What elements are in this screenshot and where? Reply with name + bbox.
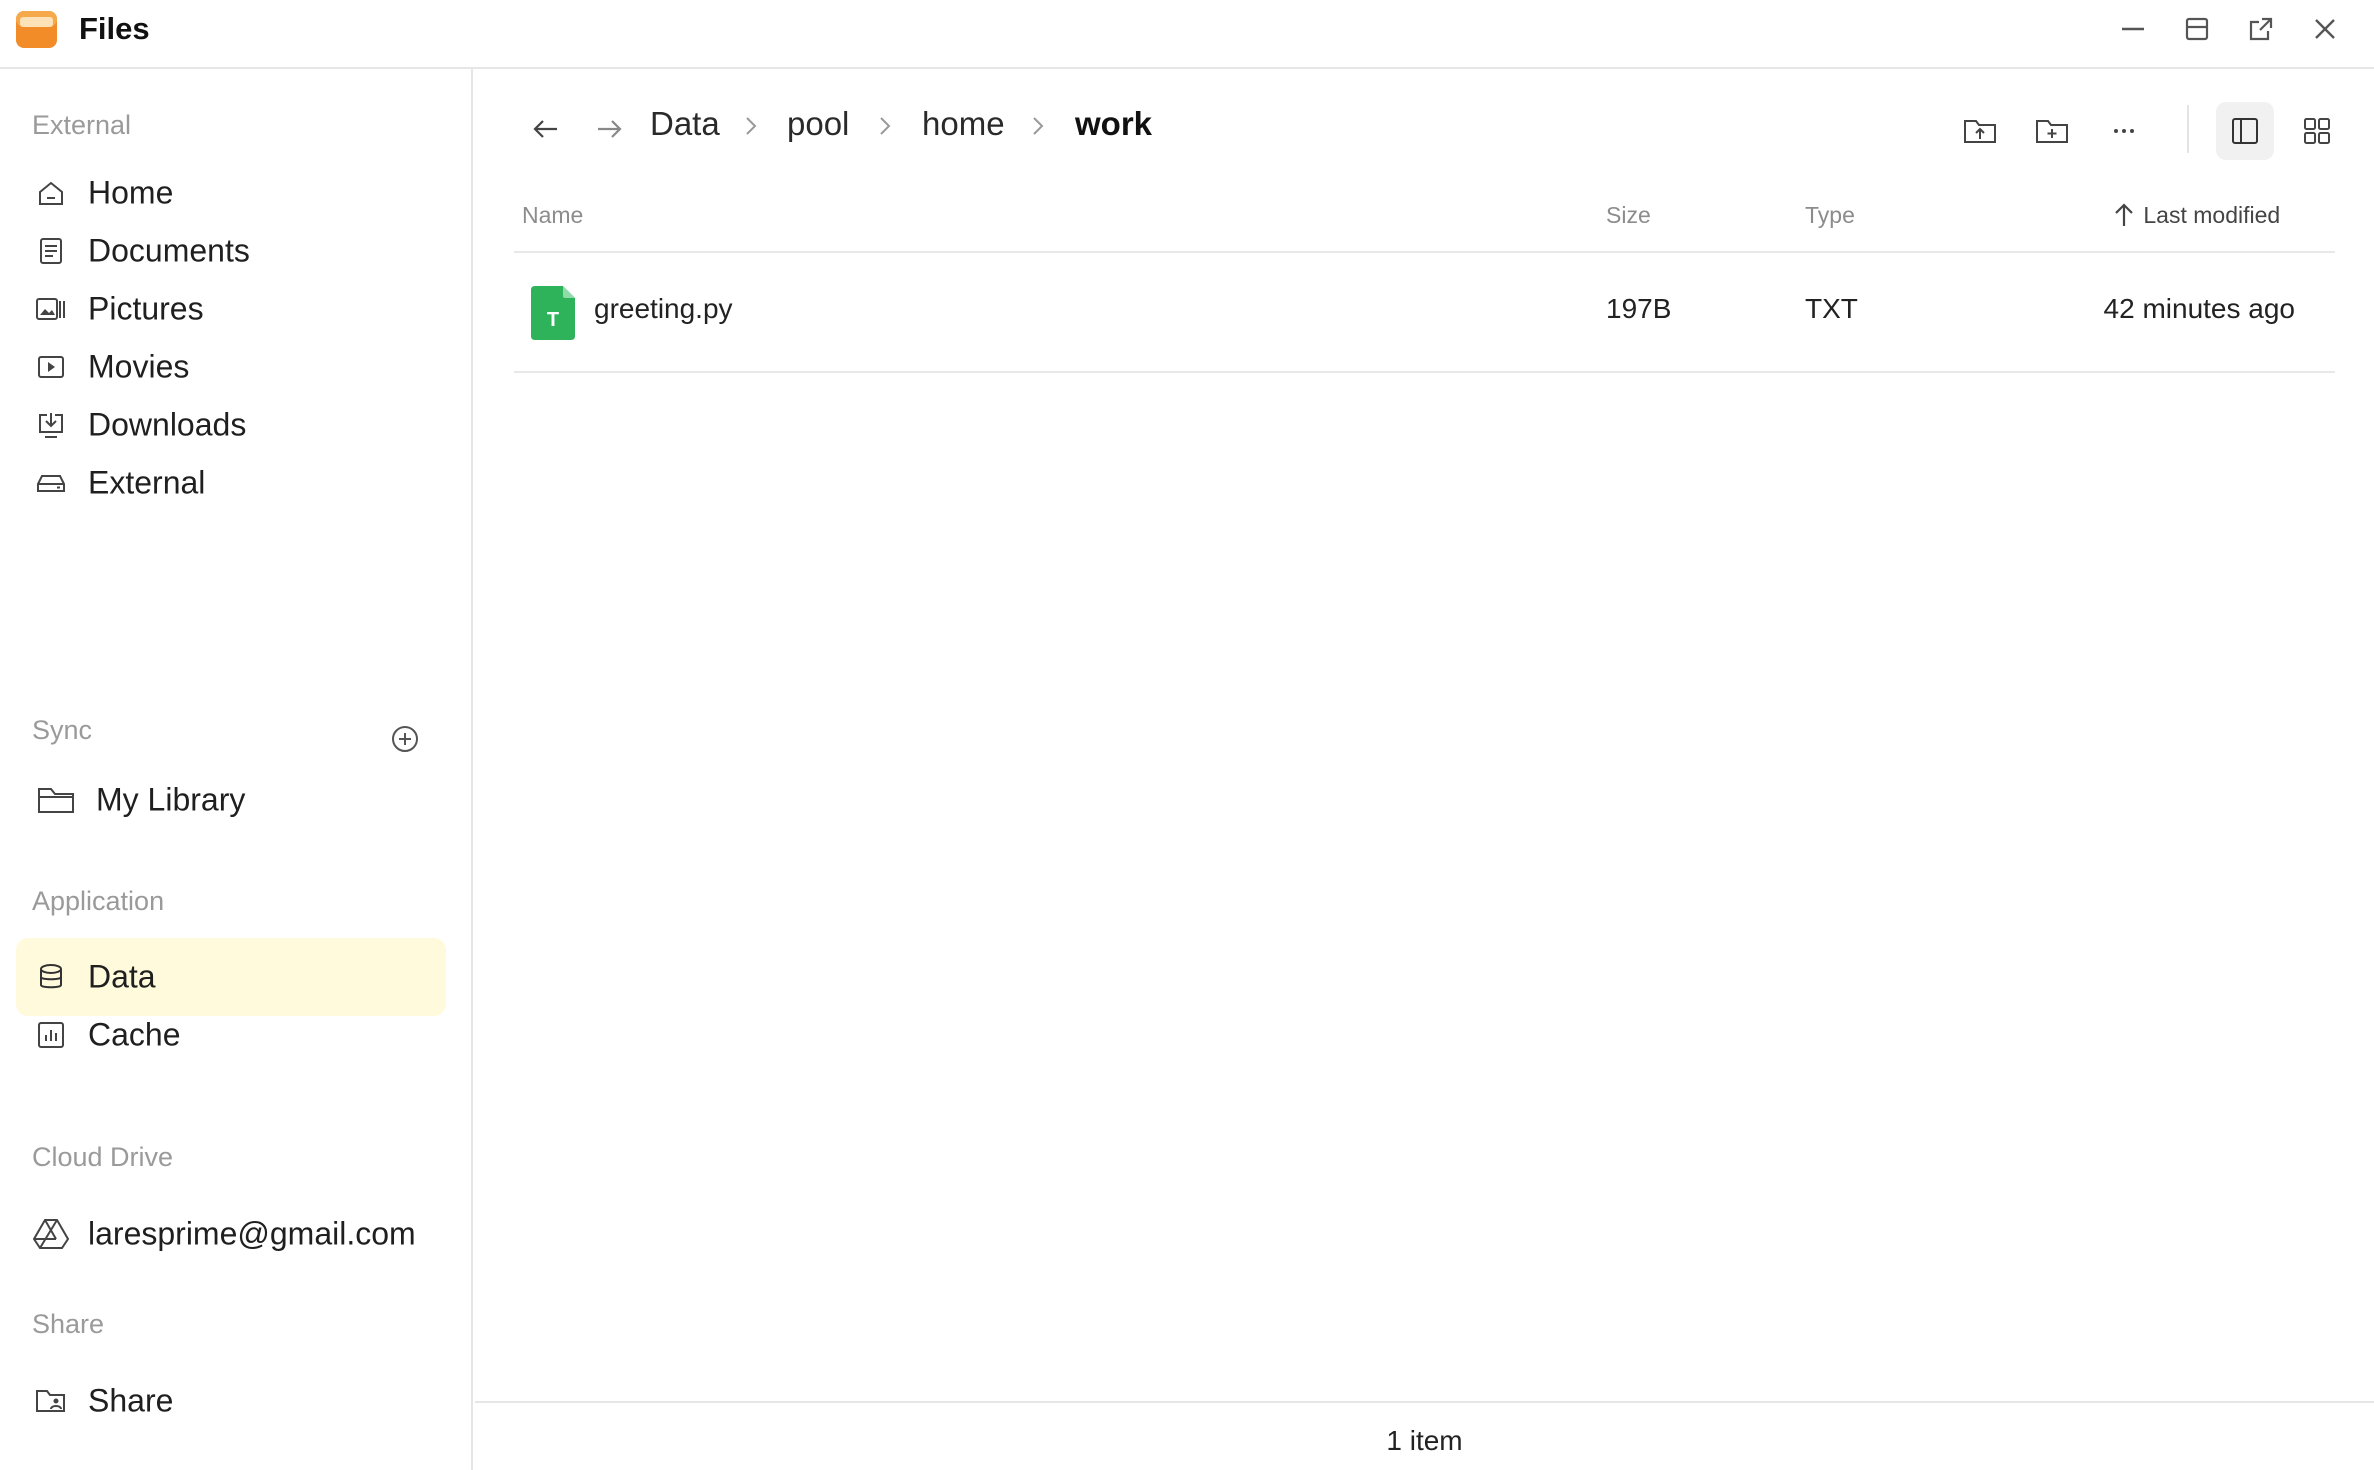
folder-upload-icon: [1964, 120, 1996, 143]
section-label-external: External: [32, 110, 132, 140]
breadcrumb-item-home[interactable]: home: [922, 105, 1005, 143]
sidebar-item-label: Downloads: [88, 406, 247, 443]
document-icon: [34, 234, 68, 268]
status-bar: 1 item: [475, 1401, 2374, 1470]
movie-icon: [34, 350, 68, 384]
section-label-sync: Sync: [32, 715, 93, 745]
sidebar-item-label: Documents: [88, 232, 250, 269]
sort-ascending-icon: [2115, 203, 2133, 226]
file-type: TXT: [1805, 293, 1858, 324]
sidebar-item-label: Share: [88, 1382, 174, 1419]
sidebar-item-label: Movies: [88, 348, 190, 385]
minimize-icon: [2122, 27, 2144, 31]
file-name: greeting.py: [594, 293, 733, 324]
column-header-type[interactable]: Type: [1805, 202, 1855, 229]
external-link-icon: [2249, 17, 2273, 41]
minimize-button[interactable]: [2118, 14, 2148, 44]
sidebar-item-label: Home: [88, 174, 174, 211]
section-label-application: Application: [32, 886, 165, 916]
pictures-icon: [34, 292, 68, 326]
drive-icon: [34, 466, 68, 500]
sidebar-item-label: laresprime@gmail.com: [88, 1215, 416, 1252]
google-drive-icon: [32, 1217, 70, 1251]
title-bar: Files: [0, 0, 2374, 69]
folder-icon: [36, 783, 76, 817]
text-file-icon: T: [531, 286, 575, 340]
sidebar-item-label: External: [88, 464, 206, 501]
new-folder-button[interactable]: [2023, 102, 2081, 160]
arrow-left-icon: [533, 120, 557, 138]
file-size: 197B: [1606, 293, 1672, 324]
sidebar-item-share[interactable]: Share: [16, 1362, 446, 1440]
grid-icon: [2304, 118, 2330, 144]
column-header-modified[interactable]: Last modified: [2111, 202, 2280, 229]
home-icon: [34, 176, 68, 210]
toolbar-divider: [2187, 105, 2189, 153]
sidebar: External Home Documents Pictures Movies …: [0, 69, 473, 1470]
sidebar-item-label: My Library: [96, 781, 246, 818]
share-folder-icon: [34, 1384, 68, 1418]
sidebar-item-label: Cache: [88, 1016, 181, 1053]
chart-icon: [34, 1018, 68, 1052]
more-horizontal-icon: [2114, 129, 2134, 133]
forward-button[interactable]: [589, 109, 629, 149]
more-options-button[interactable]: [2095, 102, 2153, 160]
breadcrumb-item-pool[interactable]: pool: [787, 105, 849, 143]
chevron-right-icon: [880, 117, 891, 135]
close-button[interactable]: [2310, 14, 2340, 44]
file-icon-letter: T: [547, 309, 559, 331]
breadcrumb-item-work[interactable]: work: [1075, 105, 1152, 143]
sidebar-item-external[interactable]: External: [16, 444, 446, 522]
folder-add-icon: [2036, 120, 2068, 143]
add-sync-button[interactable]: [389, 723, 421, 755]
close-icon: [2315, 19, 2335, 39]
list-view-button[interactable]: [2216, 102, 2274, 160]
back-button[interactable]: [526, 109, 566, 149]
column-header-name[interactable]: Name: [522, 202, 583, 229]
files-app-icon: [16, 11, 57, 48]
upload-button[interactable]: [1951, 102, 2009, 160]
file-modified: 42 minutes ago: [2103, 293, 2295, 324]
chevron-right-icon: [1033, 117, 1044, 135]
grid-view-button[interactable]: [2288, 102, 2346, 160]
maximize-icon: [2185, 17, 2209, 41]
column-header-size[interactable]: Size: [1606, 202, 1651, 229]
sidebar-layout-icon: [2232, 118, 2258, 144]
chevron-right-icon: [746, 117, 757, 135]
app-title: Files: [79, 11, 150, 46]
main-panel: Data pool home work Name Size Type Last …: [475, 69, 2374, 1470]
sidebar-item-cache[interactable]: Cache: [16, 996, 446, 1074]
pop-out-button[interactable]: [2246, 14, 2276, 44]
breadcrumb-item-data[interactable]: Data: [650, 105, 720, 143]
sidebar-item-label: Pictures: [88, 290, 204, 327]
maximize-button[interactable]: [2182, 14, 2212, 44]
item-count: 1 item: [1386, 1425, 1463, 1456]
sidebar-item-label: Data: [88, 958, 156, 995]
file-row[interactable]: T greeting.py 197B TXT 42 minutes ago: [514, 253, 2335, 373]
section-label-share: Share: [32, 1309, 105, 1339]
database-icon: [34, 960, 68, 994]
arrow-right-icon: [598, 120, 622, 138]
column-header-modified-label: Last modified: [2143, 202, 2281, 228]
sidebar-item-google-account[interactable]: laresprime@gmail.com: [16, 1195, 446, 1273]
sidebar-item-my-library[interactable]: My Library: [16, 761, 446, 839]
download-icon: [34, 408, 68, 442]
section-label-cloud-drive: Cloud Drive: [32, 1142, 174, 1172]
